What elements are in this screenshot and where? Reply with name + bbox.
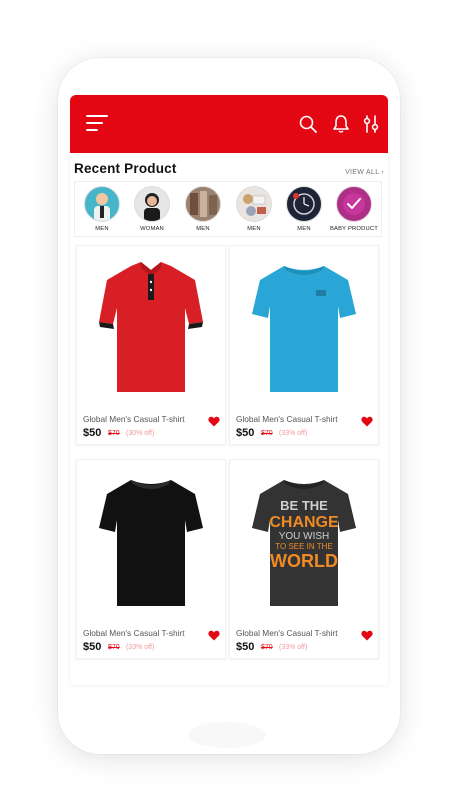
product-old-price: $70	[108, 430, 120, 437]
category-label: MEN	[95, 226, 109, 232]
avatar-men-icon	[84, 186, 120, 222]
category-item-men[interactable]: MEN	[77, 186, 127, 236]
red-polo-shirt-image	[99, 262, 203, 392]
avatar-woman-icon	[134, 186, 170, 222]
product-discount: (30% off)	[126, 430, 155, 437]
product-name: Global Men's Casual T-shirt	[236, 628, 338, 638]
avatar-men-icon	[236, 186, 272, 222]
product-old-price: $70	[261, 644, 273, 651]
phone-home-indicator	[188, 722, 266, 748]
product-old-price: $70	[108, 644, 120, 651]
category-item-men[interactable]: MEN	[229, 186, 279, 236]
filter-icon[interactable]	[361, 114, 381, 134]
shirt-print-line: CHANGE	[269, 514, 339, 531]
section-title: Recent Product	[74, 161, 177, 176]
product-price: $50	[83, 641, 102, 653]
category-item-baby-product[interactable]: BABY PRODUCT	[329, 186, 379, 236]
product-name: Global Men's Casual T-shirt	[83, 628, 185, 638]
product-discount: (33% off)	[279, 430, 308, 437]
shirt-print-line: TO SEE IN THE	[275, 542, 333, 551]
heart-icon[interactable]	[361, 416, 373, 427]
product-card[interactable]: Global Men's Casual T-shirt $50 $70 (33%…	[76, 459, 226, 659]
app-bar	[70, 95, 388, 153]
product-discount: (33% off)	[126, 644, 155, 651]
category-label: BABY PRODUCT	[329, 226, 379, 232]
product-old-price: $70	[261, 430, 273, 437]
bell-icon[interactable]	[331, 114, 351, 134]
avatar-men-icon	[185, 186, 221, 222]
heart-icon[interactable]	[208, 630, 220, 641]
category-item-men[interactable]: MEN	[178, 186, 228, 236]
search-icon[interactable]	[298, 114, 318, 134]
graphic-tshirt-image: BE THE CHANGE YOU WISH TO SEE IN THE WOR…	[252, 480, 356, 606]
product-card[interactable]: Global Men's Casual T-shirt $50 $70 (33%…	[229, 245, 379, 445]
section-header: Recent Product VIEW ALL ›	[74, 161, 384, 179]
shirt-print-line: BE THE	[280, 498, 328, 513]
avatar-men-icon	[286, 186, 322, 222]
avatar-baby-icon	[336, 186, 372, 222]
category-label: MEN	[247, 226, 261, 232]
category-strip: MEN WOMAN MEN MEN MEN BABY PRODUCT	[74, 181, 382, 237]
category-label: MEN	[297, 226, 311, 232]
view-all-link[interactable]: VIEW ALL ›	[345, 169, 384, 176]
product-card[interactable]: Global Men's Casual T-shirt $50 $70 (30%…	[76, 245, 226, 445]
product-price: $50	[236, 427, 255, 439]
heart-icon[interactable]	[208, 416, 220, 427]
product-name: Global Men's Casual T-shirt	[83, 414, 185, 424]
category-label: MEN	[196, 226, 210, 232]
blue-tshirt-image	[252, 266, 356, 392]
product-price: $50	[83, 427, 102, 439]
shirt-print-line: WORLD	[270, 551, 338, 571]
category-label: WOMAN	[140, 226, 164, 232]
product-card[interactable]: BE THE CHANGE YOU WISH TO SEE IN THE WOR…	[229, 459, 379, 659]
product-price: $50	[236, 641, 255, 653]
heart-icon[interactable]	[361, 630, 373, 641]
menu-icon[interactable]	[86, 115, 110, 133]
shirt-print-line: YOU WISH	[279, 531, 330, 542]
category-item-woman[interactable]: WOMAN	[127, 186, 177, 236]
product-discount: (33% off)	[279, 644, 308, 651]
black-tshirt-image	[99, 480, 203, 606]
category-item-men[interactable]: MEN	[279, 186, 329, 236]
app-screen: Recent Product VIEW ALL › MEN WOMAN MEN	[70, 95, 388, 685]
product-name: Global Men's Casual T-shirt	[236, 414, 338, 424]
